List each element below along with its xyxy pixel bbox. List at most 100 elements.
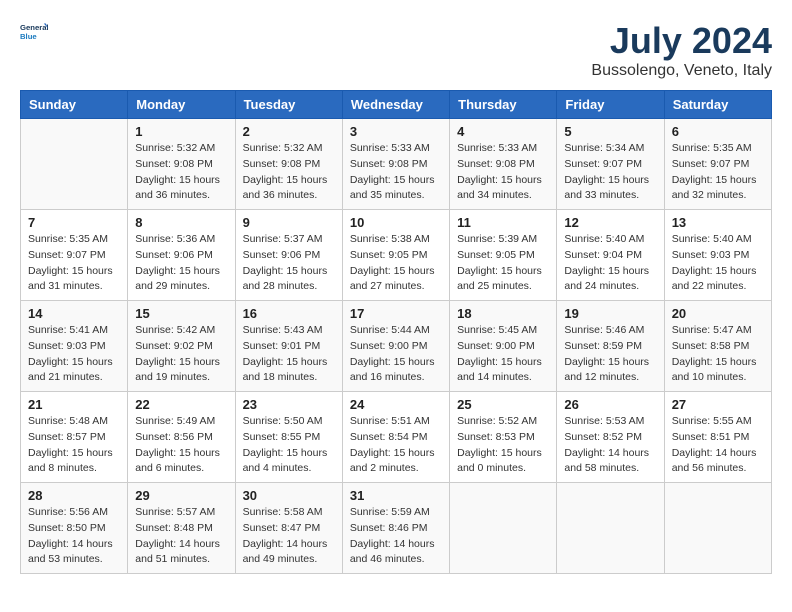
month-year-title: July 2024 [591, 20, 772, 62]
calendar-week-row: 7 Sunrise: 5:35 AM Sunset: 9:07 PM Daylig… [21, 210, 772, 301]
day-info: Sunrise: 5:45 AM Sunset: 9:00 PM Dayligh… [457, 323, 549, 386]
day-info: Sunrise: 5:55 AM Sunset: 8:51 PM Dayligh… [672, 414, 764, 477]
day-info: Sunrise: 5:40 AM Sunset: 9:04 PM Dayligh… [564, 232, 656, 295]
day-info: Sunrise: 5:59 AM Sunset: 8:46 PM Dayligh… [350, 505, 442, 568]
day-number: 8 [135, 215, 227, 230]
calendar-cell: 8Sunrise: 5:36 AM Sunset: 9:06 PM Daylig… [128, 210, 235, 301]
day-info: Sunrise: 5:47 AM Sunset: 8:58 PM Dayligh… [672, 323, 764, 386]
day-info: Sunrise: 5:41 AM Sunset: 9:03 PM Dayligh… [28, 323, 120, 386]
day-number: 21 [28, 397, 120, 412]
day-info: Sunrise: 5:34 AM Sunset: 9:07 PM Dayligh… [564, 141, 656, 204]
day-info: Sunrise: 5:50 AM Sunset: 8:55 PM Dayligh… [243, 414, 335, 477]
calendar-cell: 5 Sunrise: 5:34 AM Sunset: 9:07 PM Daylig… [557, 119, 664, 210]
header-row: Sunday Monday Tuesday Wednesday Thursday… [21, 91, 772, 119]
day-number: 1 [135, 124, 227, 139]
col-monday: Monday [128, 91, 235, 119]
calendar-week-row: 14 Sunrise: 5:41 AM Sunset: 9:03 PM Dayli… [21, 301, 772, 392]
day-number: 7 [28, 215, 120, 230]
col-wednesday: Wednesday [342, 91, 449, 119]
calendar-cell: 17Sunrise: 5:44 AM Sunset: 9:00 PM Dayli… [342, 301, 449, 392]
day-info: Sunrise: 5:51 AM Sunset: 8:54 PM Dayligh… [350, 414, 442, 477]
day-number: 30 [243, 488, 335, 503]
svg-text:General: General [20, 23, 48, 32]
day-number: 12 [564, 215, 656, 230]
day-info: Sunrise: 5:39 AM Sunset: 9:05 PM Dayligh… [457, 232, 549, 295]
day-number: 28 [28, 488, 120, 503]
day-info: Sunrise: 5:58 AM Sunset: 8:47 PM Dayligh… [243, 505, 335, 568]
day-number: 11 [457, 215, 549, 230]
day-number: 14 [28, 306, 120, 321]
calendar-week-row: 1 Sunrise: 5:32 AM Sunset: 9:08 PM Daylig… [21, 119, 772, 210]
calendar-cell: 24 Sunrise: 5:51 AM Sunset: 8:54 PM Dayli… [342, 392, 449, 483]
day-number: 4 [457, 124, 549, 139]
day-number: 29 [135, 488, 227, 503]
calendar-body: 1 Sunrise: 5:32 AM Sunset: 9:08 PM Daylig… [21, 119, 772, 574]
day-info: Sunrise: 5:43 AM Sunset: 9:01 PM Dayligh… [243, 323, 335, 386]
calendar-cell: 14 Sunrise: 5:41 AM Sunset: 9:03 PM Dayli… [21, 301, 128, 392]
calendar-cell [21, 119, 128, 210]
col-friday: Friday [557, 91, 664, 119]
calendar-cell: 18Sunrise: 5:45 AM Sunset: 9:00 PM Dayli… [450, 301, 557, 392]
calendar-cell: 31 Sunrise: 5:59 AM Sunset: 8:46 PM Dayli… [342, 483, 449, 574]
day-number: 16 [243, 306, 335, 321]
calendar-cell: 7 Sunrise: 5:35 AM Sunset: 9:07 PM Daylig… [21, 210, 128, 301]
col-thursday: Thursday [450, 91, 557, 119]
day-info: Sunrise: 5:35 AM Sunset: 9:07 PM Dayligh… [28, 232, 120, 295]
col-sunday: Sunday [21, 91, 128, 119]
location-subtitle: Bussolengo, Veneto, Italy [591, 62, 772, 80]
day-number: 20 [672, 306, 764, 321]
calendar-cell: 20 Sunrise: 5:47 AM Sunset: 8:58 PM Dayli… [664, 301, 771, 392]
day-number: 23 [243, 397, 335, 412]
day-info: Sunrise: 5:32 AM Sunset: 9:08 PM Dayligh… [135, 141, 227, 204]
calendar-cell: 2 Sunrise: 5:32 AM Sunset: 9:08 PM Daylig… [235, 119, 342, 210]
day-info: Sunrise: 5:56 AM Sunset: 8:50 PM Dayligh… [28, 505, 120, 568]
calendar-cell [664, 483, 771, 574]
day-number: 22 [135, 397, 227, 412]
calendar-week-row: 21 Sunrise: 5:48 AM Sunset: 8:57 PM Dayli… [21, 392, 772, 483]
day-info: Sunrise: 5:42 AM Sunset: 9:02 PM Dayligh… [135, 323, 227, 386]
day-info: Sunrise: 5:48 AM Sunset: 8:57 PM Dayligh… [28, 414, 120, 477]
day-info: Sunrise: 5:52 AM Sunset: 8:53 PM Dayligh… [457, 414, 549, 477]
calendar-cell: 16 Sunrise: 5:43 AM Sunset: 9:01 PM Dayli… [235, 301, 342, 392]
day-info: Sunrise: 5:46 AM Sunset: 8:59 PM Dayligh… [564, 323, 656, 386]
day-info: Sunrise: 5:32 AM Sunset: 9:08 PM Dayligh… [243, 141, 335, 204]
calendar-cell: 21 Sunrise: 5:48 AM Sunset: 8:57 PM Dayli… [21, 392, 128, 483]
calendar-cell: 22Sunrise: 5:49 AM Sunset: 8:56 PM Dayli… [128, 392, 235, 483]
day-number: 24 [350, 397, 442, 412]
day-info: Sunrise: 5:35 AM Sunset: 9:07 PM Dayligh… [672, 141, 764, 204]
calendar-cell: 12 Sunrise: 5:40 AM Sunset: 9:04 PM Dayli… [557, 210, 664, 301]
day-info: Sunrise: 5:38 AM Sunset: 9:05 PM Dayligh… [350, 232, 442, 295]
day-number: 10 [350, 215, 442, 230]
calendar-cell: 25 Sunrise: 5:52 AM Sunset: 8:53 PM Dayli… [450, 392, 557, 483]
day-number: 5 [564, 124, 656, 139]
day-info: Sunrise: 5:44 AM Sunset: 9:00 PM Dayligh… [350, 323, 442, 386]
logo: General Blue [20, 20, 48, 48]
calendar-cell: 19Sunrise: 5:46 AM Sunset: 8:59 PM Dayli… [557, 301, 664, 392]
logo-icon: General Blue [20, 20, 48, 48]
day-info: Sunrise: 5:33 AM Sunset: 9:08 PM Dayligh… [457, 141, 549, 204]
day-number: 6 [672, 124, 764, 139]
calendar-week-row: 28 Sunrise: 5:56 AM Sunset: 8:50 PM Dayli… [21, 483, 772, 574]
col-saturday: Saturday [664, 91, 771, 119]
day-number: 3 [350, 124, 442, 139]
calendar-cell: 23 Sunrise: 5:50 AM Sunset: 8:55 PM Dayli… [235, 392, 342, 483]
day-number: 27 [672, 397, 764, 412]
day-number: 9 [243, 215, 335, 230]
calendar-cell: 15Sunrise: 5:42 AM Sunset: 9:02 PM Dayli… [128, 301, 235, 392]
calendar-cell: 6 Sunrise: 5:35 AM Sunset: 9:07 PM Daylig… [664, 119, 771, 210]
calendar-cell: 28 Sunrise: 5:56 AM Sunset: 8:50 PM Dayli… [21, 483, 128, 574]
calendar-cell: 30 Sunrise: 5:58 AM Sunset: 8:47 PM Dayli… [235, 483, 342, 574]
day-info: Sunrise: 5:40 AM Sunset: 9:03 PM Dayligh… [672, 232, 764, 295]
calendar-cell: 29Sunrise: 5:57 AM Sunset: 8:48 PM Dayli… [128, 483, 235, 574]
day-number: 26 [564, 397, 656, 412]
day-number: 2 [243, 124, 335, 139]
day-number: 31 [350, 488, 442, 503]
header: General Blue July 2024 Bussolengo, Venet… [20, 20, 772, 80]
day-info: Sunrise: 5:53 AM Sunset: 8:52 PM Dayligh… [564, 414, 656, 477]
day-info: Sunrise: 5:37 AM Sunset: 9:06 PM Dayligh… [243, 232, 335, 295]
calendar-cell: 13Sunrise: 5:40 AM Sunset: 9:03 PM Dayli… [664, 210, 771, 301]
calendar-header: Sunday Monday Tuesday Wednesday Thursday… [21, 91, 772, 119]
calendar-cell: 26 Sunrise: 5:53 AM Sunset: 8:52 PM Dayli… [557, 392, 664, 483]
day-number: 25 [457, 397, 549, 412]
col-tuesday: Tuesday [235, 91, 342, 119]
